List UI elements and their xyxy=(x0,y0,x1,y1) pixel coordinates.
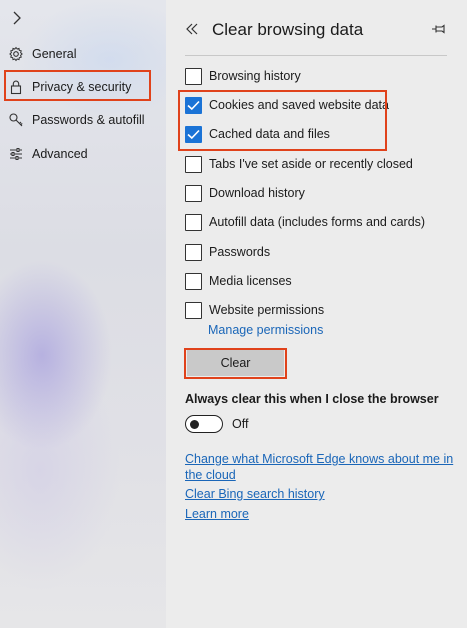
checkbox-media-licenses[interactable]: Media licenses xyxy=(185,271,292,291)
toggle-knob xyxy=(190,419,199,429)
clear-bing-history-link[interactable]: Clear Bing search history xyxy=(185,487,325,501)
checkbox[interactable] xyxy=(185,301,202,319)
checkbox[interactable] xyxy=(185,155,202,173)
checkbox-download-history[interactable]: Download history xyxy=(185,183,305,203)
highlight-box xyxy=(184,348,287,379)
settings-sidebar: General Privacy & security Passwords & a… xyxy=(0,0,166,628)
checkbox-browsing-history[interactable]: Browsing history xyxy=(185,66,301,86)
learn-more-link[interactable]: Learn more xyxy=(185,507,249,521)
checkbox[interactable] xyxy=(185,67,202,85)
sidebar-item-advanced[interactable]: Advanced xyxy=(0,139,166,169)
checkbox-passwords[interactable]: Passwords xyxy=(185,242,270,262)
gear-icon xyxy=(9,46,23,62)
always-clear-label: Always clear this when I close the brows… xyxy=(185,392,439,406)
checkbox[interactable] xyxy=(185,243,202,261)
checkbox-website-permissions[interactable]: Website permissions xyxy=(185,300,324,320)
sliders-icon xyxy=(10,148,22,160)
pin-icon[interactable] xyxy=(431,23,447,35)
checkbox-label: Media licenses xyxy=(209,274,292,288)
change-cloud-data-link[interactable]: Change what Microsoft Edge knows about m… xyxy=(185,452,453,466)
chevron-right-icon[interactable] xyxy=(10,10,24,26)
toggle-state-label: Off xyxy=(232,417,249,431)
checkbox-label: Tabs I've set aside or recently closed xyxy=(209,157,413,171)
highlight-box xyxy=(178,90,387,151)
always-clear-toggle[interactable] xyxy=(185,415,223,433)
checkbox-label: Download history xyxy=(209,186,305,200)
highlight-box xyxy=(4,70,151,101)
key-icon xyxy=(9,113,23,127)
change-cloud-data-link-continued[interactable]: the cloud xyxy=(185,468,236,482)
checkbox-label: Autofill data (includes forms and cards) xyxy=(209,215,426,229)
manage-permissions-link[interactable]: Manage permissions xyxy=(208,323,323,337)
sidebar-item-general[interactable]: General xyxy=(0,39,166,69)
sidebar-item-label: Advanced xyxy=(32,147,88,161)
checkbox-label: Website permissions xyxy=(209,303,325,317)
sidebar-item-label: Passwords & autofill xyxy=(32,113,145,127)
checkbox-tabs-set-aside[interactable]: Tabs I've set aside or recently closed xyxy=(185,154,413,174)
checkbox[interactable] xyxy=(185,272,202,290)
double-chevron-left-icon[interactable] xyxy=(185,22,199,36)
sidebar-item-label: General xyxy=(32,47,77,61)
sidebar-item-passwords-autofill[interactable]: Passwords & autofill xyxy=(0,105,166,135)
divider xyxy=(185,55,447,56)
checkbox[interactable] xyxy=(185,213,202,231)
checkbox-label: Passwords xyxy=(209,245,271,259)
panel-title: Clear browsing data xyxy=(212,20,364,39)
checkbox[interactable] xyxy=(185,184,202,202)
checkbox-autofill-data[interactable]: Autofill data (includes forms and cards) xyxy=(185,212,425,232)
checkbox-label: Browsing history xyxy=(209,69,301,83)
